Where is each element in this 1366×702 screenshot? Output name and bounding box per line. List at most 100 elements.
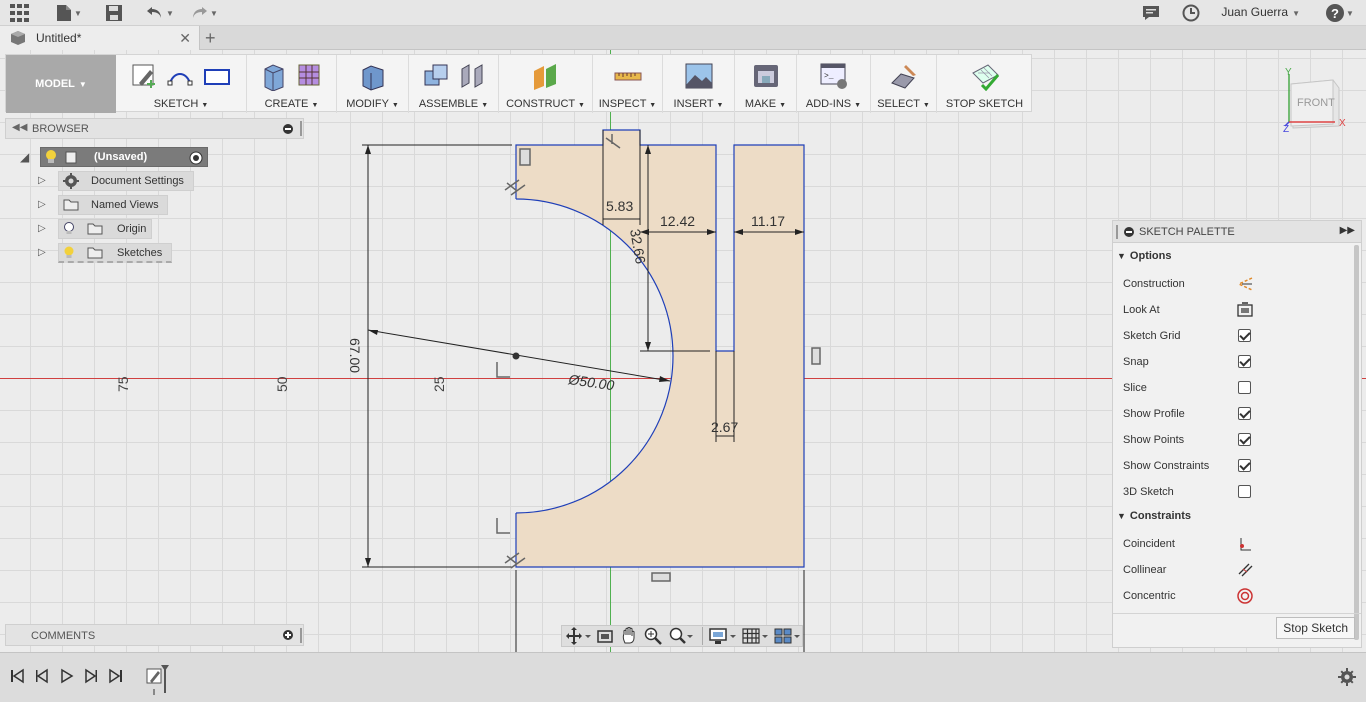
expand-icon[interactable]: ▷ bbox=[38, 199, 46, 210]
dimension-value[interactable]: 12.42 bbox=[660, 213, 695, 229]
show-points-checkbox[interactable] bbox=[1238, 433, 1251, 446]
stop-sketch-button[interactable]: Stop Sketch bbox=[1276, 617, 1355, 639]
construction-icon[interactable] bbox=[1237, 276, 1253, 292]
view-cube-face[interactable]: FRONT bbox=[1297, 97, 1335, 109]
apps-grid-icon[interactable] bbox=[10, 3, 30, 23]
press-pull-icon[interactable] bbox=[358, 61, 388, 91]
collapse-icon[interactable]: ◢ bbox=[20, 150, 29, 164]
insert-image-icon[interactable] bbox=[684, 61, 714, 91]
view-cube[interactable]: FRONT Y X Z bbox=[1283, 66, 1353, 135]
close-tab-icon[interactable]: ✕ bbox=[179, 30, 191, 47]
viewports-icon[interactable] bbox=[773, 627, 801, 645]
expand-palette-icon[interactable]: ▶▶ bbox=[1340, 225, 1355, 236]
dimension-value[interactable]: 11.17 bbox=[751, 213, 785, 229]
measure-icon[interactable] bbox=[613, 61, 643, 91]
step-forward-icon[interactable] bbox=[84, 668, 98, 684]
option-show-profile[interactable]: Show Profile bbox=[1123, 404, 1353, 424]
rectangle-tool-icon[interactable] bbox=[202, 61, 232, 91]
sketch-grid-checkbox[interactable] bbox=[1238, 329, 1251, 342]
create-sketch-icon[interactable] bbox=[130, 61, 160, 91]
inspect-group[interactable]: INSPECT ▼ bbox=[592, 55, 662, 113]
expand-icon[interactable]: ▷ bbox=[38, 175, 46, 186]
add-ins-group[interactable]: >_ ADD-INS ▼ bbox=[796, 55, 870, 113]
sketch-profile[interactable] bbox=[516, 130, 804, 567]
timeline-settings-gear-icon[interactable] bbox=[1338, 668, 1356, 686]
browser-panel-header[interactable]: ◀◀ BROWSER bbox=[5, 118, 304, 139]
undo-button[interactable]: ▼ bbox=[146, 3, 174, 23]
go-to-start-icon[interactable] bbox=[10, 668, 24, 684]
timeline-sketch-feature-icon[interactable] bbox=[145, 663, 171, 697]
show-constraints-checkbox[interactable] bbox=[1238, 459, 1251, 472]
insert-group[interactable]: INSERT ▼ bbox=[662, 55, 734, 113]
add-comment-icon[interactable] bbox=[283, 630, 293, 640]
slice-checkbox[interactable] bbox=[1238, 381, 1251, 394]
option-snap[interactable]: Snap bbox=[1123, 352, 1353, 372]
assemble-group[interactable]: ASSEMBLE ▼ bbox=[408, 55, 498, 113]
redo-button[interactable]: ▼ bbox=[190, 3, 218, 23]
activate-radio-icon[interactable] bbox=[189, 151, 203, 165]
lightbulb-icon[interactable] bbox=[44, 149, 58, 165]
lightbulb-off-icon[interactable] bbox=[63, 221, 75, 237]
form-icon[interactable] bbox=[295, 61, 325, 91]
concentric-icon[interactable] bbox=[1237, 588, 1253, 604]
help-icon[interactable]: ? ▼ bbox=[1326, 3, 1354, 23]
go-to-end-icon[interactable] bbox=[109, 668, 123, 684]
select-tool-icon[interactable] bbox=[889, 61, 919, 91]
display-settings-icon[interactable] bbox=[709, 627, 737, 645]
zoom-window-icon[interactable] bbox=[668, 627, 694, 645]
3d-print-icon[interactable] bbox=[751, 61, 781, 91]
option-show-constraints[interactable]: Show Constraints bbox=[1123, 456, 1353, 476]
option-show-points[interactable]: Show Points bbox=[1123, 430, 1353, 450]
create-group[interactable]: CREATE ▼ bbox=[246, 55, 336, 113]
option-look-at[interactable]: Look At bbox=[1123, 300, 1353, 320]
3d-sketch-checkbox[interactable] bbox=[1238, 485, 1251, 498]
option-sketch-grid[interactable]: Sketch Grid bbox=[1123, 326, 1353, 346]
document-tab[interactable]: Untitled* ✕ bbox=[0, 26, 200, 50]
minimize-icon[interactable] bbox=[1124, 227, 1134, 237]
scripts-icon[interactable]: >_ bbox=[819, 61, 849, 91]
option-3d-sketch[interactable]: 3D Sketch bbox=[1123, 482, 1353, 502]
snap-checkbox[interactable] bbox=[1238, 355, 1251, 368]
coincident-icon[interactable] bbox=[1237, 536, 1253, 552]
joint-icon[interactable] bbox=[457, 61, 487, 91]
stop-sketch-icon[interactable] bbox=[970, 61, 1000, 91]
new-component-icon[interactable] bbox=[421, 61, 451, 91]
minimize-icon[interactable] bbox=[283, 124, 293, 134]
constraint-collinear[interactable]: Collinear bbox=[1123, 560, 1353, 580]
look-at-icon[interactable] bbox=[596, 627, 614, 645]
construct-group[interactable]: CONSTRUCT ▼ bbox=[498, 55, 592, 113]
expand-icon[interactable]: ▷ bbox=[38, 223, 46, 234]
look-at-icon[interactable] bbox=[1237, 302, 1253, 318]
workspace-switcher[interactable]: MODEL ▼ bbox=[6, 55, 116, 113]
grid-settings-icon[interactable] bbox=[741, 627, 769, 645]
constraints-section-header[interactable]: ▼ Constraints bbox=[1117, 510, 1191, 522]
new-tab-button[interactable]: + bbox=[205, 28, 216, 48]
sketch-group[interactable]: SKETCH ▼ bbox=[116, 55, 246, 113]
make-group[interactable]: MAKE ▼ bbox=[734, 55, 796, 113]
step-back-icon[interactable] bbox=[35, 668, 49, 684]
dimension-value[interactable]: 5.83 bbox=[606, 198, 633, 214]
orbit-icon[interactable] bbox=[566, 627, 592, 645]
save-button[interactable] bbox=[106, 3, 122, 23]
show-profile-checkbox[interactable] bbox=[1238, 407, 1251, 420]
option-slice[interactable]: Slice bbox=[1123, 378, 1353, 398]
lightbulb-icon[interactable] bbox=[63, 245, 75, 261]
constraint-coincident[interactable]: Coincident bbox=[1123, 534, 1353, 554]
palette-scrollbar[interactable] bbox=[1354, 245, 1359, 640]
arc-center-point[interactable] bbox=[512, 352, 520, 360]
collapse-browser-icon[interactable]: ◀◀ bbox=[12, 122, 27, 133]
dimension-value[interactable]: Ø50.00 bbox=[567, 371, 616, 393]
constraint-concentric[interactable]: Concentric bbox=[1123, 586, 1353, 606]
modify-group[interactable]: MODIFY ▼ bbox=[336, 55, 408, 113]
palette-header[interactable]: SKETCH PALETTE ▶▶ bbox=[1113, 221, 1361, 243]
history-clock-icon[interactable] bbox=[1182, 3, 1200, 23]
offset-plane-icon[interactable] bbox=[531, 61, 561, 91]
play-icon[interactable] bbox=[60, 668, 74, 684]
extrude-icon[interactable] bbox=[259, 61, 289, 91]
line-tool-icon[interactable] bbox=[166, 61, 196, 91]
dimension-value[interactable]: 67.00 bbox=[347, 338, 363, 373]
collinear-icon[interactable] bbox=[1237, 562, 1253, 578]
notifications-icon[interactable] bbox=[1142, 3, 1160, 23]
pan-hand-icon[interactable] bbox=[620, 627, 638, 645]
file-menu-button[interactable]: ▼ bbox=[56, 3, 82, 23]
